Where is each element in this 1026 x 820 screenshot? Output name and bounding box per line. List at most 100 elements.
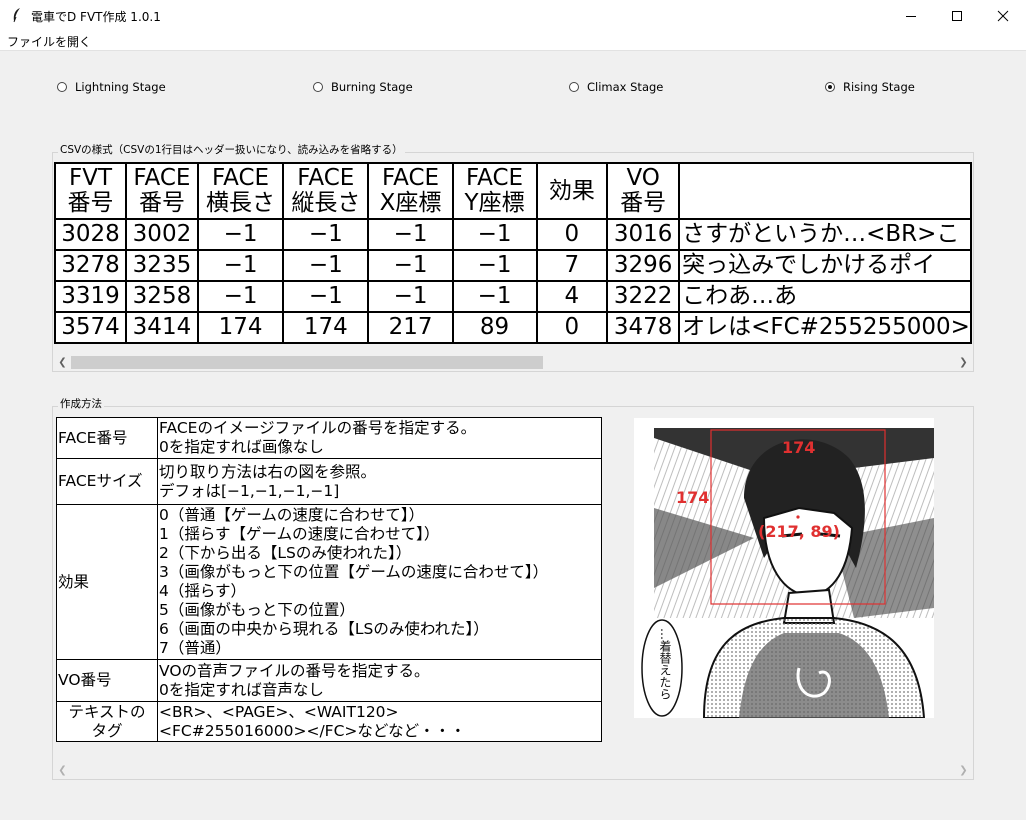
csv-table: FVT 番号 FACE 番号 FACE 横長さ FACE 縦長さ FACE X座標 FAC…: [54, 162, 972, 344]
table-cell: 3478: [606, 311, 681, 344]
method-key: 効果: [56, 504, 158, 660]
table-cell: −1: [451, 280, 538, 313]
key-line: テキストの: [68, 702, 146, 721]
header-line: 番号: [138, 190, 185, 216]
csv-group-title: CSVの様式（CSVの1行目はヘッダー扱いになり、読み込みを省略する）: [58, 144, 405, 157]
maximize-icon: [952, 10, 962, 21]
csv-header-row: FVT 番号 FACE 番号 FACE 横長さ FACE 縦長さ FACE X座標 FAC…: [54, 162, 972, 220]
header-line: X座標: [379, 190, 442, 216]
title-bar: 電車でD FVT作成 1.0.1: [0, 0, 1026, 31]
csv-header-cell: FACE 番号: [125, 162, 199, 220]
speech-bubble-text: …着替えたら: [658, 628, 672, 700]
header-line: FACE: [133, 165, 191, 191]
scroll-right-icon[interactable]: ❯: [955, 354, 972, 371]
stage-label: Rising Stage: [843, 80, 915, 94]
table-cell: 4: [535, 280, 609, 313]
table-cell: 3319: [54, 280, 128, 313]
table-cell: −1: [196, 249, 285, 282]
csv-horizontal-scrollbar[interactable]: ❮ ❯: [54, 354, 972, 371]
desc-line: <BR>、<PAGE>、<WAIT120>: [159, 702, 399, 721]
minimize-button[interactable]: [888, 0, 934, 31]
table-cell: 3235: [125, 249, 199, 282]
csv-header-cell: 効果: [535, 162, 609, 220]
desc-line: 2（下から出る【LSのみ使われた】）: [159, 544, 412, 562]
table-cell: −1: [196, 218, 285, 251]
table-cell: 174: [282, 311, 370, 344]
header-line: FACE: [297, 165, 355, 191]
table-cell-text: こわあ…あ: [678, 280, 972, 313]
radio-circle-icon: [57, 82, 67, 92]
table-cell: 3016: [606, 218, 681, 251]
stage-radio-lightning[interactable]: Lightning Stage: [57, 79, 166, 95]
header-line: FACE: [466, 165, 524, 191]
csv-header-cell: VO 番号: [606, 162, 681, 220]
csv-header-cell: FVT 番号: [54, 162, 128, 220]
scroll-left-icon[interactable]: ❮: [54, 762, 71, 779]
method-table: FACE番号 FACEのイメージファイルの番号を指定する。 0を指定すれば画像な…: [56, 417, 602, 742]
header-line: 縦長さ: [291, 190, 361, 216]
header-line: FACE: [212, 165, 270, 191]
table-row: VO番号 VOの音声ファイルの番号を指定する。 0を指定すれば音声なし: [56, 659, 602, 702]
table-row: 3278 3235 −1 −1 −1 −1 7 3296 突っ込みでしかけるポイ: [54, 249, 972, 282]
scroll-right-icon[interactable]: ❯: [955, 762, 972, 779]
method-group-title: 作成方法: [58, 398, 104, 411]
table-cell: 217: [367, 311, 454, 344]
desc-line: 6（画面の中央から現れる【LSのみ使われた】）: [159, 620, 489, 638]
stage-radio-burning[interactable]: Burning Stage: [313, 79, 413, 95]
table-cell-text: 突っ込みでしかけるポイ: [678, 249, 972, 282]
method-horizontal-scrollbar[interactable]: ❮ ❯: [54, 762, 972, 779]
scroll-left-icon[interactable]: ❮: [54, 354, 71, 371]
table-cell: 89: [451, 311, 538, 344]
crop-coord-label: (217, 89): [758, 522, 840, 541]
table-cell: −1: [282, 249, 370, 282]
table-cell: 0: [535, 218, 609, 251]
table-cell: −1: [282, 218, 370, 251]
csv-header-cell-blank: [678, 162, 972, 220]
table-cell-text: さすがというか…<BR>こ: [678, 218, 972, 251]
table-cell: 3278: [54, 249, 128, 282]
desc-line: 0（普通【ゲームの速度に合わせて】）: [159, 506, 425, 524]
table-row: FACEサイズ 切り取り方法は右の図を参照。 デフォは[−1,−1,−1,−1]: [56, 458, 602, 505]
csv-header-cell: FACE X座標: [367, 162, 454, 220]
table-row: 3319 3258 −1 −1 −1 −1 4 3222 こわあ…あ: [54, 280, 972, 313]
stage-label: Climax Stage: [587, 80, 664, 94]
table-cell: −1: [282, 280, 370, 313]
csv-table-viewport: FVT 番号 FACE 番号 FACE 横長さ FACE 縦長さ FACE X座標 FAC…: [54, 162, 972, 344]
stage-label: Lightning Stage: [75, 80, 166, 94]
scrollbar-thumb[interactable]: [71, 356, 543, 369]
method-key: VO番号: [56, 659, 158, 702]
stage-radio-climax[interactable]: Climax Stage: [569, 79, 663, 95]
table-cell: −1: [451, 249, 538, 282]
table-cell-text: オレは<FC#255255000>: [678, 311, 972, 344]
method-key: テキストの タグ: [56, 701, 158, 742]
desc-line: 7（普通）: [159, 639, 231, 657]
menu-bar: ファイルを開く: [0, 31, 1026, 51]
desc-line: 3（画像がもっと下の位置【ゲームの速度に合わせて】）: [159, 563, 549, 581]
header-line: VO: [626, 165, 660, 191]
desc-line: 0を指定すれば音声なし: [159, 680, 324, 699]
radio-circle-icon: [569, 82, 579, 92]
table-row: FACE番号 FACEのイメージファイルの番号を指定する。 0を指定すれば画像な…: [56, 417, 602, 459]
table-cell: −1: [367, 249, 454, 282]
csv-header-cell: FACE 縦長さ: [282, 162, 370, 220]
method-desc: 0（普通【ゲームの速度に合わせて】） 1（揺らす【ゲームの速度に合わせて】） 2…: [157, 504, 602, 660]
table-row: テキストの タグ <BR>、<PAGE>、<WAIT120> <FC#25501…: [56, 701, 602, 742]
desc-line: 4（揺らす）: [159, 582, 247, 600]
header-line: 横長さ: [206, 190, 276, 216]
minimize-icon: [906, 15, 916, 17]
window-title: 電車でD FVT作成 1.0.1: [31, 10, 161, 24]
menu-open-file[interactable]: ファイルを開く: [7, 33, 91, 50]
header-line: 効果: [548, 177, 595, 204]
csv-header-cell: FACE Y座標: [451, 162, 538, 220]
table-cell: 3028: [54, 218, 128, 251]
crop-height-label: 174: [676, 488, 710, 507]
stage-radio-rising[interactable]: Rising Stage: [825, 79, 915, 95]
header-line: 番号: [620, 190, 667, 216]
close-button[interactable]: [980, 0, 1026, 31]
table-cell: 3574: [54, 311, 128, 344]
header-line: FVT: [69, 165, 113, 191]
table-cell: 3002: [125, 218, 199, 251]
maximize-button[interactable]: [934, 0, 980, 31]
face-crop-illustration: 174 174 (217, 89) …着替えたら: [634, 418, 934, 718]
table-cell: −1: [367, 218, 454, 251]
